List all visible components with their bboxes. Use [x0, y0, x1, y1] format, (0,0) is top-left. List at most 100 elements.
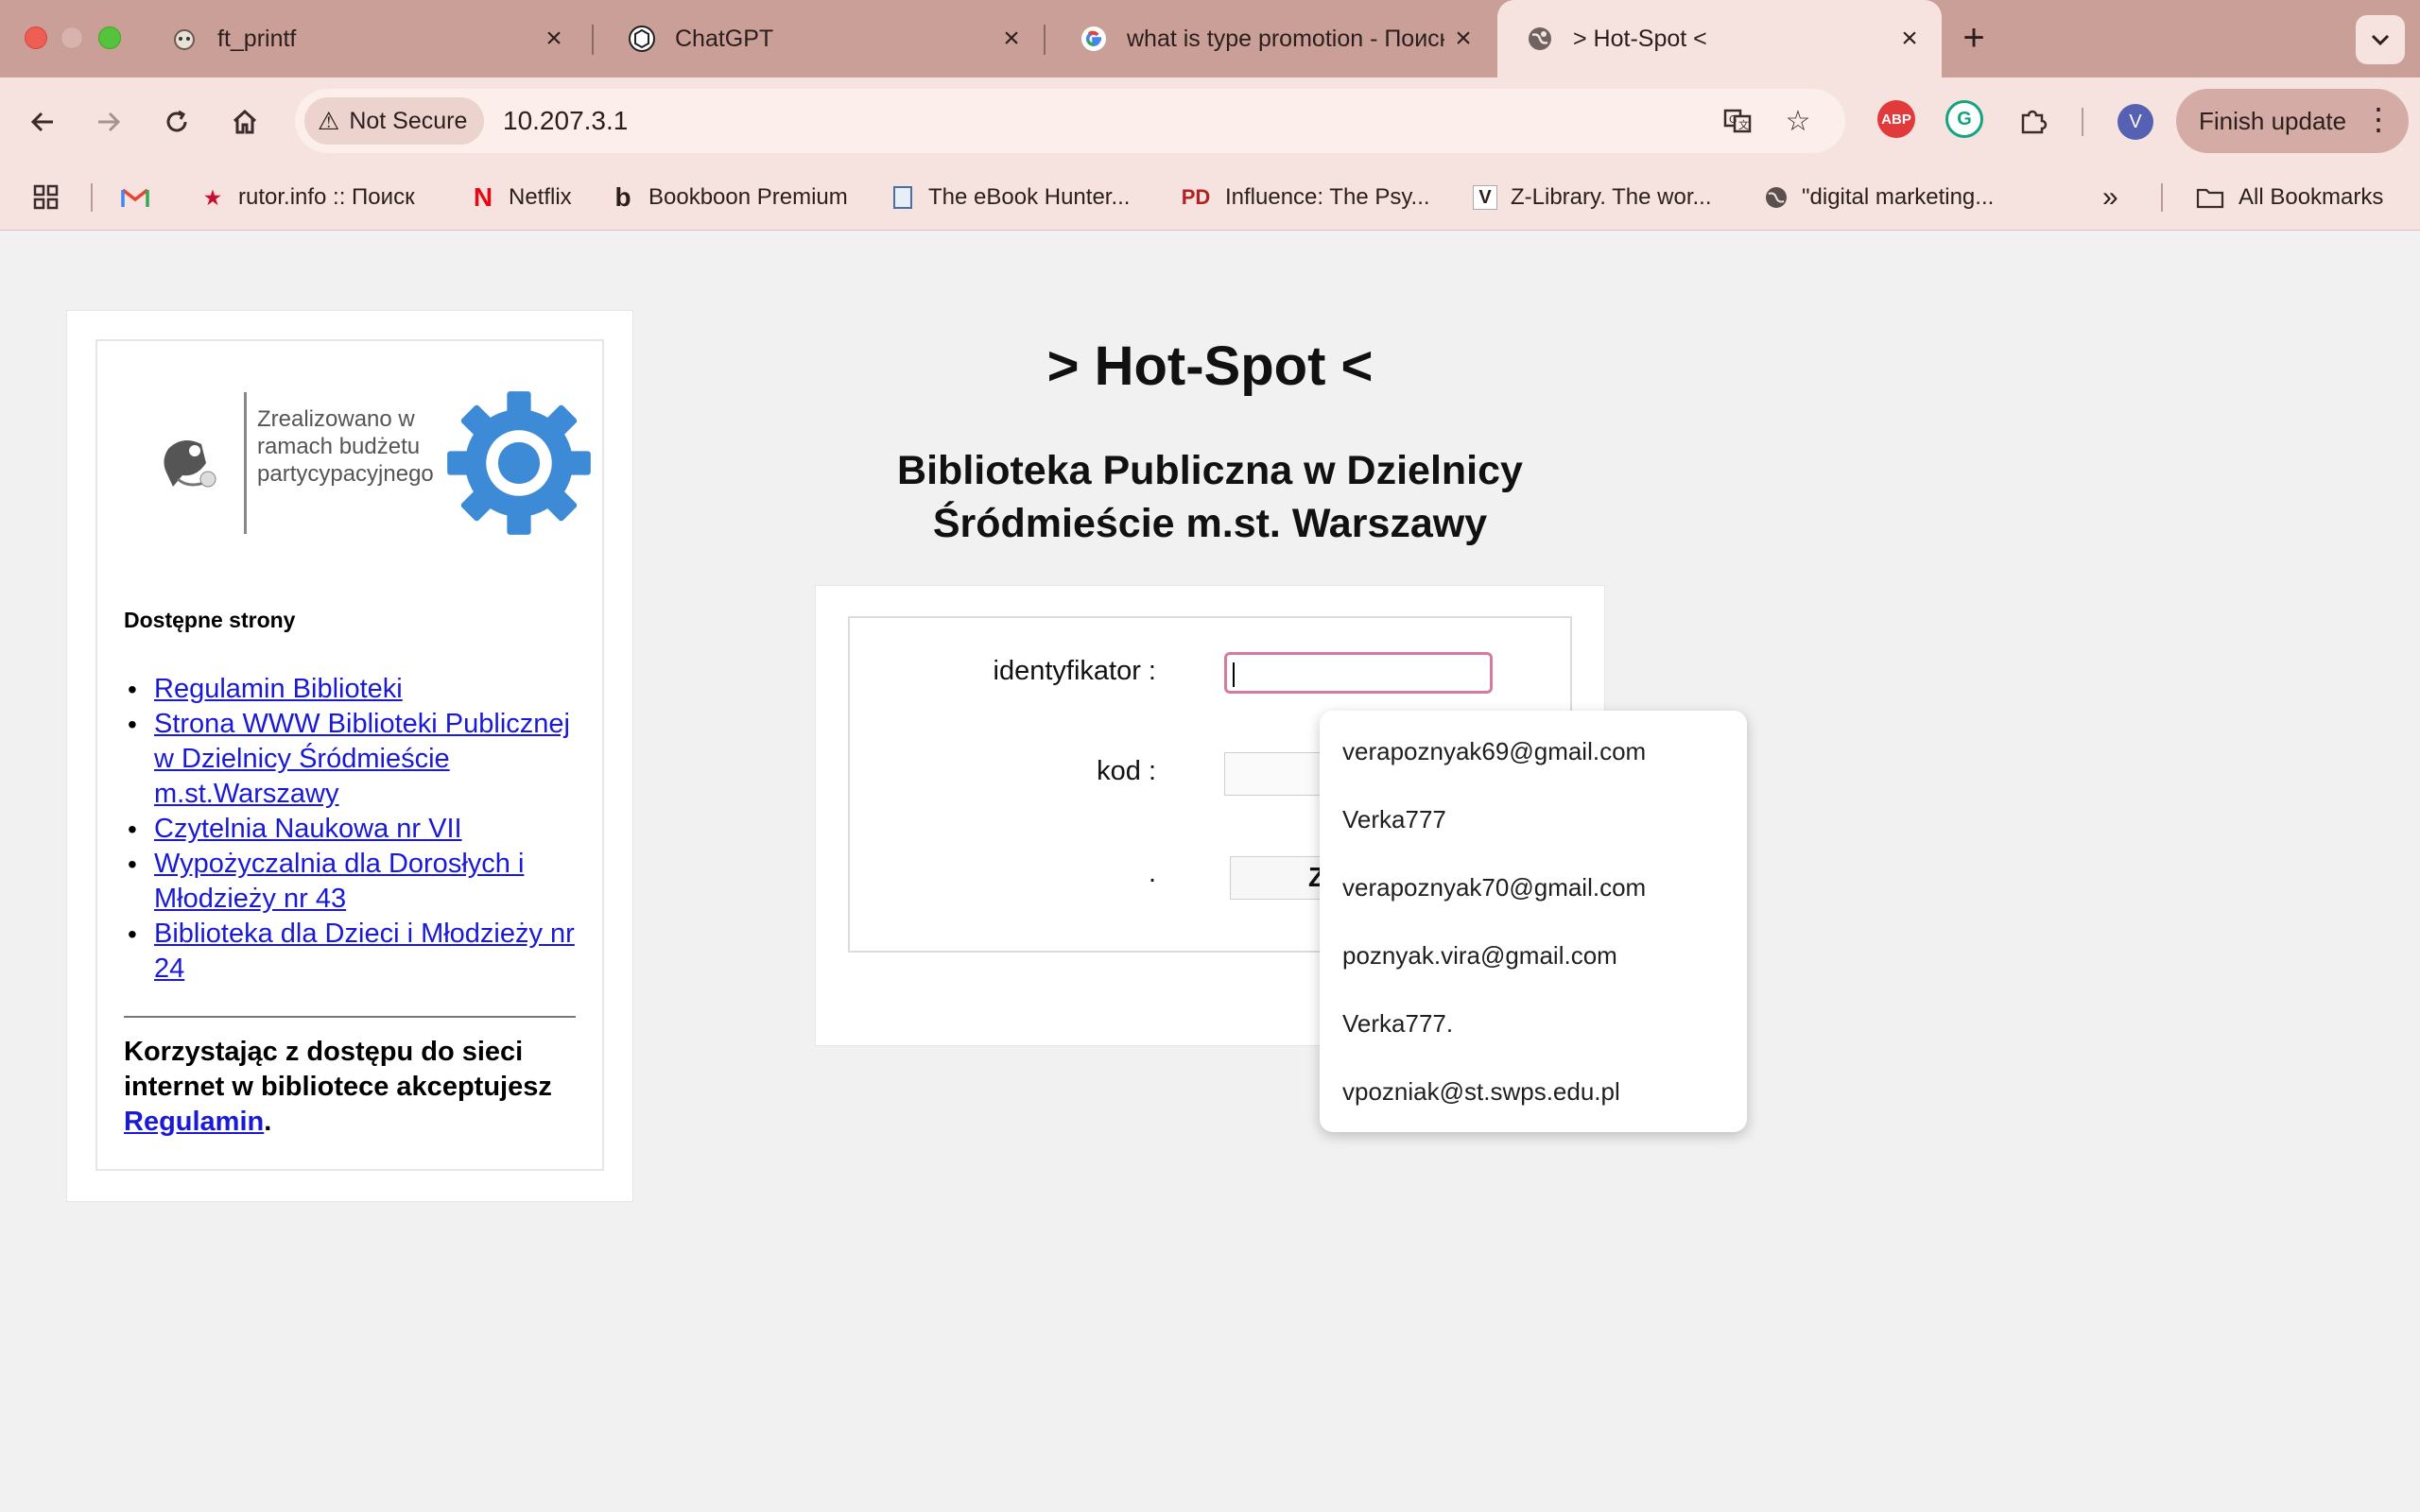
autofill-suggestion[interactable]: verapoznyak70@gmail.com — [1342, 873, 1646, 902]
globe-icon — [1764, 185, 1789, 210]
maximize-window-button[interactable] — [98, 26, 121, 49]
minimize-window-button[interactable] — [60, 26, 83, 49]
grammarly-icon[interactable]: G — [1945, 100, 1983, 138]
home-icon — [233, 109, 257, 134]
tab-title: ChatGPT — [675, 25, 774, 52]
link-czytelnia[interactable]: Czytelnia Naukowa nr VII — [154, 814, 462, 844]
browser-toolbar: ⚠ Not Secure 10.207.3.1 G文 ☆ ABP G V Fin… — [0, 77, 2420, 164]
link-biblioteka-dzieci[interactable]: Biblioteka dla Dzieci i Młodzieży nr 24 — [154, 919, 575, 984]
book-icon — [890, 185, 915, 210]
bookmark-influence[interactable]: PD Influence: The Psy... — [1180, 180, 1430, 215]
list-item: Strona WWW Biblioteki Publicznej w Dziel… — [128, 707, 579, 812]
participatory-budget-logo: Zrealizowano w ramach budżetu partycypac… — [149, 388, 594, 540]
close-tab-icon[interactable]: × — [1891, 20, 1928, 58]
bookmarks-bar: ★ rutor.info :: Поиск N Netflix b Bookbo… — [0, 164, 2420, 231]
forward-button[interactable] — [85, 98, 132, 146]
back-arrow-icon — [30, 112, 53, 132]
zlibrary-icon: V — [1473, 185, 1497, 210]
list-item: Regulamin Biblioteki — [128, 672, 579, 707]
warning-icon: ⚠ — [318, 106, 340, 135]
bookmark-bookboon[interactable]: b Bookboon Premium — [611, 180, 847, 215]
bookmark-star-icon[interactable]: ☆ — [1781, 104, 1815, 138]
gear-icon — [447, 391, 591, 535]
home-button[interactable] — [221, 98, 268, 146]
page-title: > Hot-Spot < — [1046, 335, 1374, 397]
apps-grid-icon[interactable] — [32, 180, 60, 215]
reload-icon — [166, 110, 187, 132]
identyfikator-input[interactable] — [1224, 652, 1493, 694]
bookmark-ebook-hunter[interactable]: The eBook Hunter... — [890, 180, 1130, 215]
accept-notice: Korzystając z dostępu do sieci internet … — [124, 1037, 552, 1137]
logo-text: Zrealizowano w ramach budżetu partycypac… — [257, 406, 434, 487]
close-tab-icon[interactable]: × — [993, 20, 1030, 58]
identyfikator-label: identyfikator : — [993, 656, 1156, 686]
link-strona-www[interactable]: Strona WWW Biblioteki Publicznej w Dziel… — [154, 709, 570, 809]
close-tab-icon[interactable]: × — [535, 20, 573, 58]
back-button[interactable] — [19, 98, 66, 146]
google-icon — [1080, 25, 1108, 53]
kod-label: kod : — [1097, 756, 1156, 786]
autofill-suggestion[interactable]: vpozniak@st.swps.edu.pl — [1342, 1077, 1620, 1107]
tab-title: ft_printf — [217, 25, 297, 52]
new-tab-button[interactable]: + — [1951, 15, 1996, 60]
url-text: 10.207.3.1 — [503, 106, 629, 135]
more-menu-icon[interactable]: ⋮ — [2363, 102, 2394, 136]
list-item: Czytelnia Naukowa nr VII — [128, 812, 579, 847]
tab-google-search[interactable]: what is type promotion - Поиск × — [1051, 0, 1495, 77]
text-caret — [1233, 662, 1235, 687]
submit-row-label: . — [1148, 858, 1156, 888]
finish-update-label: Finish update — [2199, 106, 2347, 135]
security-indicator[interactable]: ⚠ Not Secure — [304, 97, 485, 145]
chevron-down-icon — [2371, 34, 2390, 46]
list-item: Biblioteka dla Dzieci i Młodzieży nr 24 — [128, 917, 579, 987]
link-wypozyczalnia[interactable]: Wypożyczalnia dla Dorosłych i Młodzieży … — [154, 849, 524, 914]
list-item: Wypożyczalnia dla Dorosłych i Młodzieży … — [128, 847, 579, 917]
submit-button[interactable]: Z — [1230, 856, 1334, 900]
translate-icon[interactable]: G文 — [1720, 104, 1754, 138]
address-bar[interactable]: ⚠ Not Secure 10.207.3.1 G文 ☆ — [295, 89, 1845, 153]
autofill-suggestion[interactable]: Verka777 — [1342, 805, 1446, 834]
autofill-suggestion[interactable]: verapoznyak69@gmail.com — [1342, 737, 1646, 766]
profile-avatar[interactable]: V — [2118, 104, 2153, 140]
bookmark-zlibrary[interactable]: V Z-Library. The wor... — [1473, 180, 1712, 215]
adblock-icon[interactable]: ABP — [1877, 100, 1915, 138]
close-tab-icon[interactable]: × — [1444, 20, 1482, 58]
sidebar-panel: Zrealizowano w ramach budżetu partycypac… — [95, 339, 604, 1171]
finish-update-button[interactable]: Finish update ⋮ — [2176, 89, 2409, 153]
more-bookmarks-icon[interactable]: » — [2102, 180, 2118, 215]
close-window-button[interactable] — [25, 26, 47, 49]
tab-separator — [592, 25, 594, 55]
security-label: Not Secure — [349, 107, 468, 134]
reload-button[interactable] — [153, 98, 200, 146]
cat-icon — [170, 25, 199, 53]
warsaw-mermaid-logo-icon — [164, 440, 216, 488]
gmail-icon[interactable] — [121, 180, 149, 215]
star-badge-icon: ★ — [204, 187, 221, 209]
svg-text:G: G — [1729, 113, 1737, 126]
openai-icon — [628, 25, 656, 53]
logo-divider — [244, 392, 247, 534]
bookmark-netflix[interactable]: N Netflix — [471, 180, 572, 215]
web-page: Zrealizowano w ramach budżetu partycypac… — [0, 231, 2420, 1512]
tab-chatgpt[interactable]: ChatGPT × — [599, 0, 1044, 77]
tab-search-button[interactable] — [2356, 15, 2405, 64]
autofill-suggestion[interactable]: Verka777. — [1342, 1009, 1453, 1039]
link-regulamin-biblioteki[interactable]: Regulamin Biblioteki — [154, 674, 403, 704]
tab-hotspot-active[interactable]: > Hot-Spot < × — [1497, 0, 1942, 77]
autofill-suggestion[interactable]: poznyak.vira@gmail.com — [1342, 941, 1617, 971]
tab-ft-printf[interactable]: ft_printf × — [142, 0, 586, 77]
netflix-icon: N — [473, 182, 493, 212]
globe-icon — [1526, 25, 1554, 53]
pages-list: Regulamin Biblioteki Strona WWW Bibliote… — [128, 672, 579, 987]
bookmark-digital-marketing[interactable]: "digital marketing... — [1764, 180, 1994, 215]
extensions-puzzle-icon[interactable] — [2010, 98, 2057, 146]
tab-separator — [1044, 25, 1046, 55]
sidebar: Zrealizowano w ramach budżetu partycypac… — [66, 310, 633, 1202]
regulamin-link[interactable]: Regulamin — [124, 1107, 264, 1137]
available-pages-title: Dostępne strony — [124, 608, 296, 632]
bookmark-rutor[interactable]: ★ rutor.info :: Поиск — [200, 180, 415, 215]
autofill-dropdown: verapoznyak69@gmail.com Verka777 verapoz… — [1320, 711, 1747, 1132]
folder-icon — [2195, 185, 2225, 210]
all-bookmarks-button[interactable]: All Bookmarks — [2195, 180, 2383, 215]
divider — [124, 1016, 576, 1018]
